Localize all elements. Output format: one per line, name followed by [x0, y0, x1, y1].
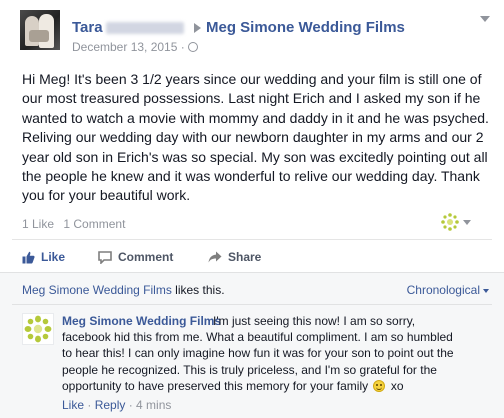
commenter-avatar[interactable]: [22, 313, 54, 345]
comment-button[interactable]: Comment: [98, 248, 173, 266]
like-button[interactable]: Like: [22, 248, 65, 266]
post-counts: 1 Like 1 Comment: [22, 217, 131, 232]
comment-count-link[interactable]: 1 Comment: [63, 217, 125, 231]
thumbs-up-icon: [22, 251, 35, 263]
speech-bubble-icon: [98, 250, 112, 264]
sunburst-logo-icon[interactable]: [441, 213, 459, 231]
comment-body: I'm just seeing this now! I am so sorry,…: [62, 313, 464, 394]
comment-time[interactable]: 4 mins: [136, 398, 171, 412]
liker-page-link[interactable]: Meg Simone Wedding Films: [22, 283, 172, 297]
likes-suffix: likes this.: [171, 283, 225, 297]
post-date[interactable]: December 13, 2015 ·: [72, 40, 185, 54]
like-count-link[interactable]: 1 Like: [22, 217, 54, 231]
posted-to-arrow-icon: [194, 23, 201, 33]
comment-text-end: xo: [390, 378, 404, 393]
smile-emoji-icon: [373, 379, 386, 392]
post-timestamp[interactable]: December 13, 2015 ·: [72, 40, 198, 55]
divider: [12, 304, 492, 305]
separator: ·: [125, 398, 137, 412]
comment-actions: Like · Reply · 4 mins: [62, 398, 171, 413]
page-name-link[interactable]: Meg Simone Wedding Films: [206, 19, 405, 37]
share-button[interactable]: Share: [208, 248, 261, 266]
facebook-post: Tara Meg Simone Wedding Films December 1…: [0, 0, 504, 418]
globe-icon: [187, 42, 198, 52]
sunburst-logo-icon: [24, 315, 52, 343]
page-select-chevron-icon[interactable]: [463, 220, 471, 225]
likes-summary: Meg Simone Wedding Films likes this.: [22, 283, 225, 298]
share-button-label: Share: [228, 250, 262, 264]
separator: ·: [84, 398, 95, 412]
share-arrow-icon: [208, 251, 222, 263]
post-options-chevron-icon[interactable]: [480, 16, 490, 22]
comment-like-link[interactable]: Like: [62, 398, 84, 412]
redacted-surname: [105, 22, 184, 35]
author-first-name[interactable]: Tara: [72, 19, 103, 36]
author-avatar[interactable]: [20, 10, 60, 50]
comment-reply-link[interactable]: Reply: [95, 398, 126, 412]
sort-order-dropdown[interactable]: Chronological: [407, 283, 490, 298]
post-body: Hi Meg! It's been 3 1/2 years since our …: [22, 71, 489, 204]
divider: [12, 239, 492, 240]
like-button-label: Like: [41, 250, 66, 264]
comment-button-label: Comment: [118, 250, 174, 264]
author-name[interactable]: Tara: [72, 19, 184, 37]
